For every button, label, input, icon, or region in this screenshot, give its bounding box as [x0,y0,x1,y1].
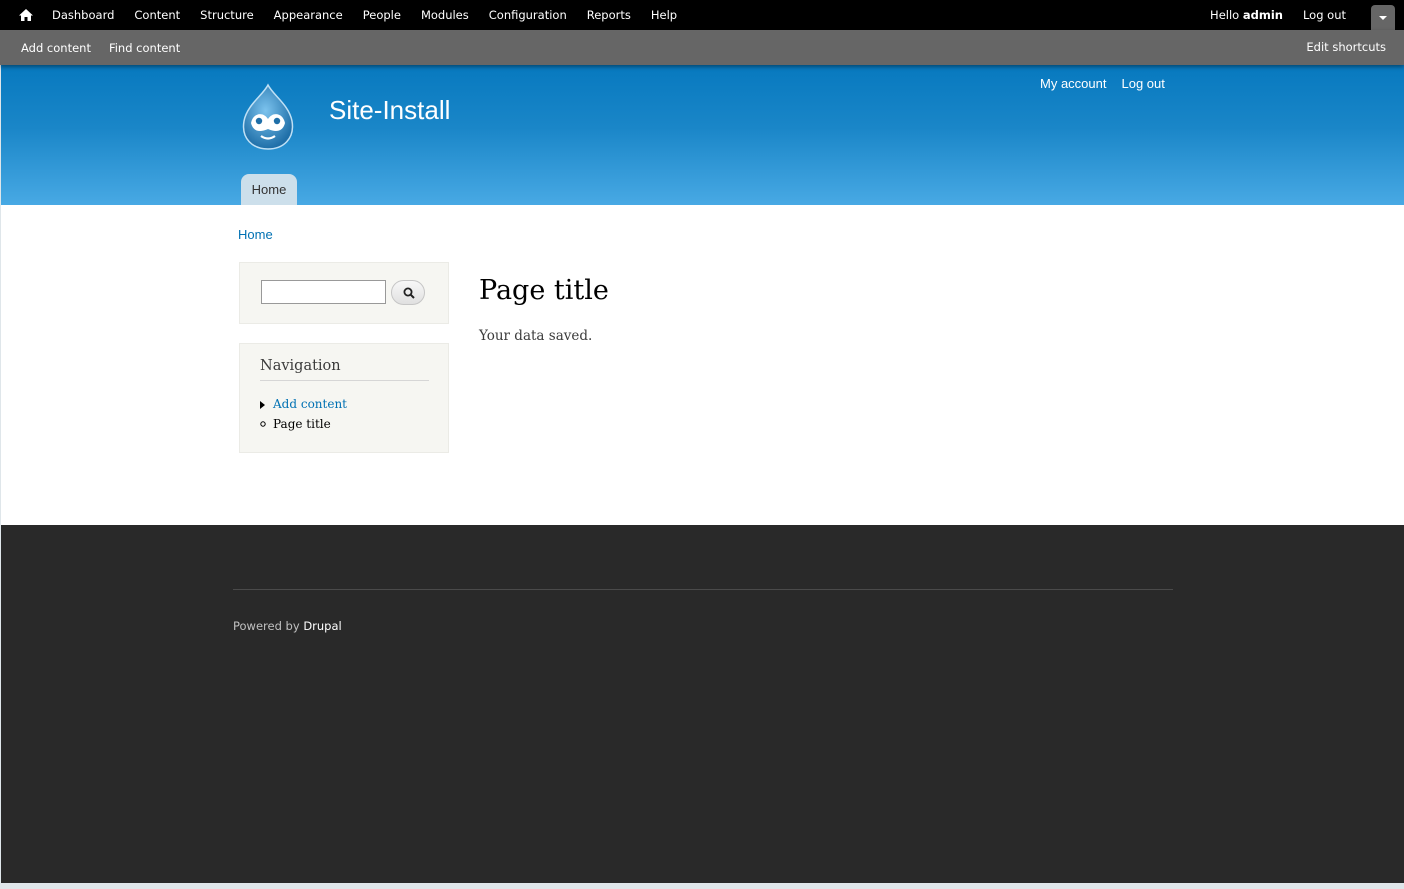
hello-label: Hello [1210,8,1240,22]
my-account-link[interactable]: My account [1040,76,1106,91]
nav-item-page-title[interactable]: Page title [260,417,331,431]
drupal-link[interactable]: Drupal [303,619,341,633]
search-input[interactable] [261,280,386,304]
admin-menu-modules[interactable]: Modules [411,0,479,30]
edit-shortcuts-link[interactable]: Edit shortcuts [1306,30,1386,65]
admin-toolbar: Dashboard Content Structure Appearance P… [0,0,1404,30]
home-icon[interactable] [17,6,35,24]
site-name[interactable]: Site-Install [329,95,450,126]
toolbar-user-area: Hello admin Log out [1200,0,1346,30]
nav-item-label[interactable]: Page title [273,417,331,431]
navigation-block: Navigation Add content Page title [239,343,449,453]
admin-menu-structure[interactable]: Structure [190,0,264,30]
collapsed-triangle-icon [260,401,265,409]
admin-menu-configuration[interactable]: Configuration [479,0,577,30]
admin-menu-appearance[interactable]: Appearance [264,0,353,30]
leaf-circle-icon [260,421,266,427]
status-text: Your data saved. [479,328,593,344]
powered-by: Powered by Drupal [233,619,342,633]
nav-item-label[interactable]: Add content [273,397,347,411]
secondary-menu: My account Log out [1040,76,1165,91]
admin-menu-dashboard[interactable]: Dashboard [42,0,124,30]
header-logout-link[interactable]: Log out [1121,76,1164,91]
admin-menu-help[interactable]: Help [641,0,687,30]
username[interactable]: admin [1243,8,1283,22]
toolbar-logout-link[interactable]: Log out [1293,8,1346,22]
admin-menu: Dashboard Content Structure Appearance P… [42,0,687,30]
search-button[interactable] [391,280,425,305]
search-block [239,262,449,324]
page-title: Page title [479,275,609,306]
drupal-drop-logo[interactable] [237,83,299,153]
footer-divider [233,589,1173,590]
site-footer: Powered by Drupal [1,525,1404,883]
site-header: Site-Install My account Log out Home [1,65,1404,205]
powered-by-prefix: Powered by [233,619,300,633]
main-content: Home Navigation Add content Page title P… [1,205,1404,525]
admin-menu-reports[interactable]: Reports [577,0,641,30]
nav-item-add-content[interactable]: Add content [260,397,347,411]
navigation-title: Navigation [260,358,429,381]
shortcut-add-content[interactable]: Add content [11,41,99,55]
main-menu-tab-home[interactable]: Home [241,174,297,205]
admin-menu-content[interactable]: Content [124,0,190,30]
breadcrumb[interactable]: Home [238,227,273,242]
search-icon [403,287,415,299]
hello-greeting: Hello admin [1200,8,1293,22]
admin-menu-people[interactable]: People [353,0,411,30]
shortcut-find-content[interactable]: Find content [99,41,188,55]
shortcut-bar: Add content Find content Edit shortcuts [0,30,1404,65]
chevron-down-icon [1379,16,1387,20]
shortcuts-toggle-button[interactable] [1371,5,1395,30]
